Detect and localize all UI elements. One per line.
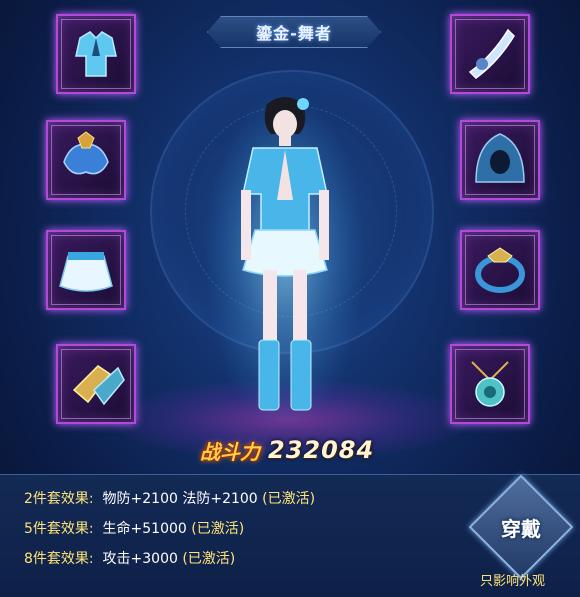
slot-weapon[interactable]	[450, 14, 530, 94]
set-title: 鎏金-舞者	[207, 16, 381, 48]
weapon-icon	[468, 28, 515, 79]
set-effect-stats: 攻击+3000	[102, 551, 178, 567]
set-effect-status: (已激活)	[191, 521, 245, 537]
shoulder-icon	[63, 131, 109, 175]
slot-hood[interactable]	[460, 120, 540, 200]
combat-power-value: 232084	[268, 436, 375, 464]
boots-icon	[72, 365, 125, 406]
costume-window: 鎏金-舞者 战斗力 232084 2件套效果: 物防+2100 法防+2100 …	[0, 0, 580, 597]
slot-boots[interactable]	[56, 344, 136, 424]
ring-icon	[475, 247, 525, 293]
slot-ring[interactable]	[460, 230, 540, 310]
set-effect-2: 2件套效果: 物防+2100 法防+2100 (已激活)	[24, 488, 315, 508]
hood-icon	[475, 133, 525, 183]
set-effect-key: 2件套效果:	[24, 491, 94, 507]
appearance-note: 只影响外观	[480, 574, 546, 589]
combat-power: 战斗力 232084	[200, 432, 374, 468]
set-effect-key: 8件套效果:	[24, 551, 94, 567]
set-effect-8: 8件套效果: 攻击+3000 (已激活)	[24, 548, 235, 568]
set-effect-status: (已激活)	[182, 551, 236, 567]
slot-top[interactable]	[56, 14, 136, 94]
combat-power-label: 战斗力	[200, 439, 260, 464]
set-title-text: 鎏金-舞者	[256, 24, 332, 43]
slot-shoulder[interactable]	[46, 120, 126, 200]
set-effect-stats: 物防+2100 法防+2100	[102, 491, 258, 507]
set-effect-key: 5件套效果:	[24, 521, 94, 537]
wear-button[interactable]: 穿戴	[484, 490, 558, 564]
slot-amulet[interactable]	[450, 344, 530, 424]
set-effect-status: (已激活)	[262, 491, 316, 507]
character-model	[205, 90, 365, 430]
set-effect-stats: 生命+51000	[102, 521, 187, 537]
skirt-icon	[59, 252, 113, 292]
slot-skirt[interactable]	[46, 230, 126, 310]
top-icon	[75, 31, 117, 77]
set-effect-5: 5件套效果: 生命+51000 (已激活)	[24, 518, 244, 538]
amulet-icon	[471, 361, 509, 407]
